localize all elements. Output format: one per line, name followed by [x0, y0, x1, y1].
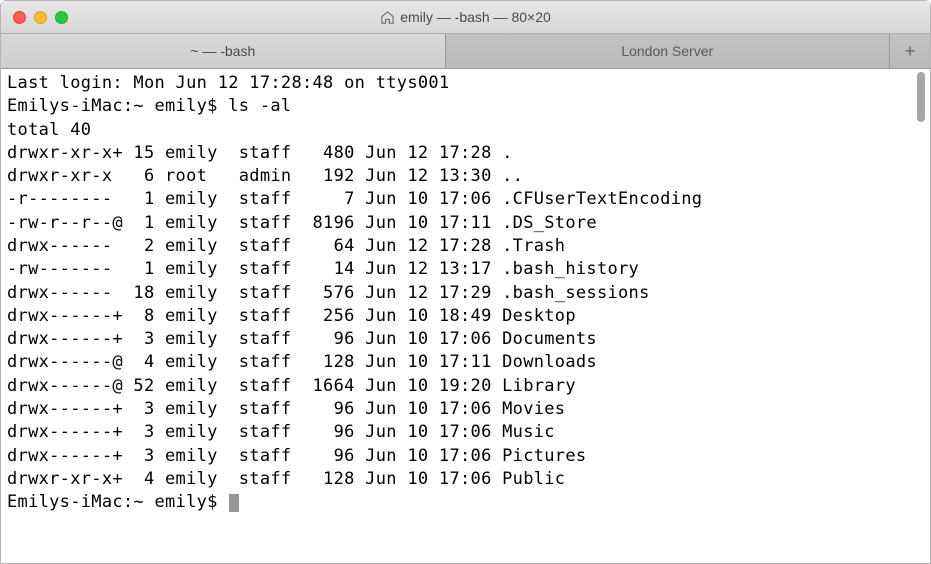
- title-bar[interactable]: emily — -bash — 80×20: [1, 1, 930, 34]
- listing-row: drwxr-xr-x+ 4 emily staff 128 Jun 10 17:…: [7, 468, 924, 491]
- file-listing: drwxr-xr-x+ 15 emily staff 480 Jun 12 17…: [7, 142, 924, 491]
- prompt: Emilys-iMac:~ emily$: [7, 96, 228, 116]
- home-icon: [380, 10, 395, 25]
- command: ls -al: [228, 96, 291, 116]
- scrollbar-thumb[interactable]: [917, 72, 925, 122]
- listing-row: drwx------+ 3 emily staff 96 Jun 10 17:0…: [7, 398, 924, 421]
- prompt: Emilys-iMac:~ emily$: [7, 492, 228, 512]
- scrollbar[interactable]: [913, 72, 929, 132]
- window-title-wrap: emily — -bash — 80×20: [1, 9, 930, 25]
- listing-row: drwx------@ 4 emily staff 128 Jun 10 17:…: [7, 351, 924, 374]
- listing-row: drwxr-xr-x+ 15 emily staff 480 Jun 12 17…: [7, 142, 924, 165]
- tab-bar: ~ — -bash London Server +: [1, 34, 930, 69]
- window-title: emily — -bash — 80×20: [400, 9, 551, 25]
- listing-row: -r-------- 1 emily staff 7 Jun 10 17:06 …: [7, 188, 924, 211]
- close-button[interactable]: [13, 11, 26, 24]
- tab-label: ~ — -bash: [190, 43, 255, 59]
- listing-row: drwx------+ 3 emily staff 96 Jun 10 17:0…: [7, 421, 924, 444]
- listing-row: drwx------@ 52 emily staff 1664 Jun 10 1…: [7, 375, 924, 398]
- prompt-line-2: Emilys-iMac:~ emily$: [7, 491, 924, 514]
- listing-row: -rw-r--r--@ 1 emily staff 8196 Jun 10 17…: [7, 212, 924, 235]
- listing-row: drwx------ 2 emily staff 64 Jun 12 17:28…: [7, 235, 924, 258]
- traffic-lights: [1, 11, 68, 24]
- tab-london-server[interactable]: London Server: [446, 34, 891, 68]
- total-line: total 40: [7, 119, 924, 142]
- prompt-line: Emilys-iMac:~ emily$ ls -al: [7, 95, 924, 118]
- tab-label: London Server: [621, 43, 713, 59]
- terminal-content[interactable]: Last login: Mon Jun 12 17:28:48 on ttys0…: [1, 69, 930, 563]
- last-login-line: Last login: Mon Jun 12 17:28:48 on ttys0…: [7, 72, 924, 95]
- plus-icon: +: [905, 41, 916, 62]
- listing-row: drwx------+ 3 emily staff 96 Jun 10 17:0…: [7, 445, 924, 468]
- listing-row: drwxr-xr-x 6 root admin 192 Jun 12 13:30…: [7, 165, 924, 188]
- listing-row: drwx------ 18 emily staff 576 Jun 12 17:…: [7, 282, 924, 305]
- minimize-button[interactable]: [34, 11, 47, 24]
- listing-row: drwx------+ 8 emily staff 256 Jun 10 18:…: [7, 305, 924, 328]
- tab-bash[interactable]: ~ — -bash: [1, 34, 446, 68]
- listing-row: -rw------- 1 emily staff 14 Jun 12 13:17…: [7, 258, 924, 281]
- cursor: [229, 494, 239, 512]
- maximize-button[interactable]: [55, 11, 68, 24]
- listing-row: drwx------+ 3 emily staff 96 Jun 10 17:0…: [7, 328, 924, 351]
- new-tab-button[interactable]: +: [890, 34, 930, 68]
